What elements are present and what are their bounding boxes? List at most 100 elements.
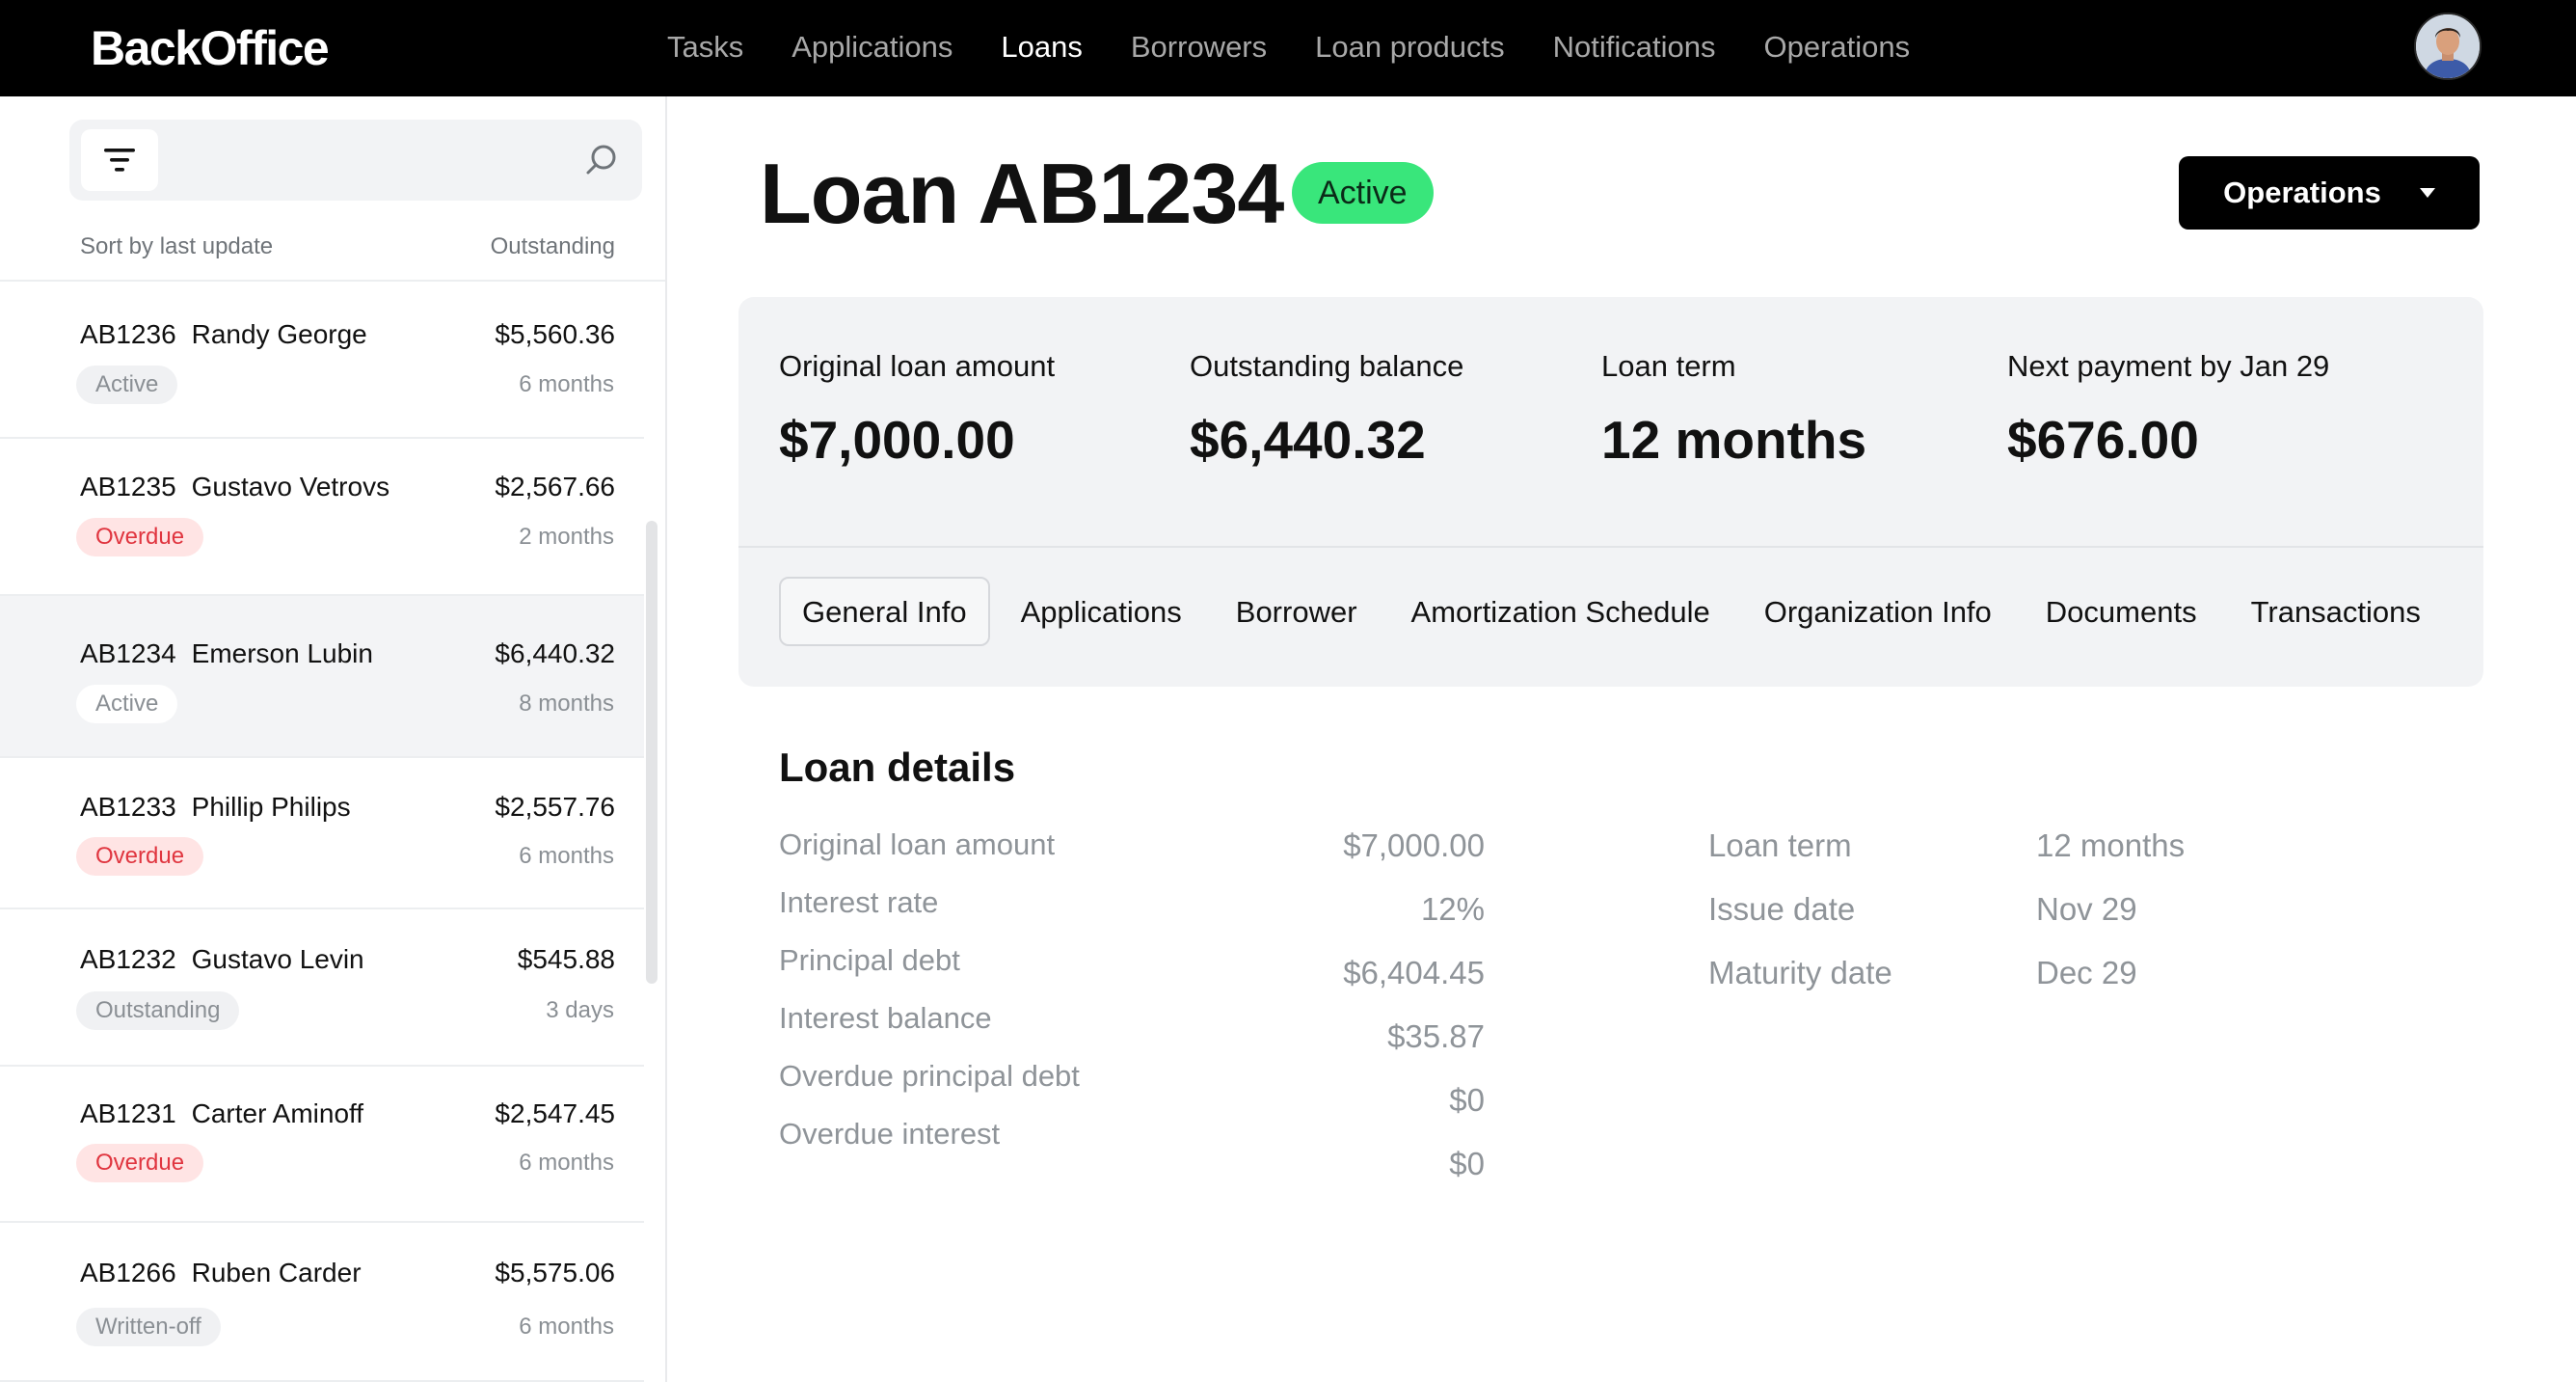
filter-button[interactable] [81,129,158,191]
nav-item-loan-products[interactable]: Loan products [1315,23,1504,71]
loan-id: AB1234 [80,638,176,668]
detail-label: Principal debt [779,943,960,977]
detail-label: Loan term [1708,827,1852,863]
nav-item-loans[interactable]: Loans [1001,23,1082,71]
loan-item-title: AB1231 Carter Aminoff [80,1095,363,1133]
loan-status-badge: Active [1292,162,1434,224]
sort-label[interactable]: Sort by last update [80,228,273,266]
loan-term: 6 months [519,843,614,869]
loan-amount: $545.88 [517,944,615,974]
loan-list-panel: Sort by last update Outstanding AB1236 Ra… [0,96,667,1382]
loan-list-item[interactable]: AB1232 Gustavo Levin $545.88 Outstanding … [0,909,644,1067]
detail-value: $0 [1449,1146,1485,1181]
loan-amount: $2,547.45 [495,1098,615,1128]
loan-term: 2 months [519,524,614,550]
status-badge: Active [76,366,178,404]
loan-summary-card: Original loan amount $7,000.00 Outstandi… [738,297,2483,687]
tab-organization-info[interactable]: Organization Info [1741,577,2015,646]
loan-term: 6 months [519,371,614,397]
loan-term: 6 months [519,1314,614,1340]
summary-label: Next payment by Jan 29 [2007,349,2330,383]
detail-value: $7,000.00 [1343,827,1485,863]
status-badge: Active [76,685,178,723]
borrower-name: Randy George [191,319,367,349]
summary-next-payment: Next payment by Jan 29 $676.00 [2007,347,2329,471]
loan-term: 3 days [546,997,614,1023]
search-bar[interactable] [69,120,642,201]
loan-list-item[interactable]: AB1236 Randy George $5,560.36 Active 6 mo… [0,282,644,439]
loan-list-item[interactable]: AB1235 Gustavo Vetrovs $2,567.66 Overdue … [0,439,644,596]
summary-outstanding-balance: Outstanding balance $6,440.32 [1190,347,1463,471]
loan-item-title: AB1234 Emerson Lubin [80,635,373,673]
status-badge: Overdue [76,837,204,876]
detail-label: Original loan amount [779,827,1056,861]
summary-loan-term: Loan term 12 months [1601,347,1866,471]
nav-item-applications[interactable]: Applications [792,23,953,71]
summary-value: $676.00 [2007,410,2199,470]
detail-value: 12 months [2036,827,2186,863]
detail-label: Issue date [1708,891,1856,927]
loan-amount: $2,567.66 [495,472,615,501]
borrower-name: Gustavo Levin [191,944,364,974]
tab-general-info[interactable]: General Info [779,577,990,646]
status-badge: Outstanding [76,991,240,1030]
list-header: Sort by last update Outstanding [80,228,615,266]
detail-label: Interest rate [779,885,939,919]
loan-list-item[interactable]: AB1233 Phillip Philips $2,557.76 Overdue … [0,758,644,909]
nav-item-borrowers[interactable]: Borrowers [1131,23,1267,71]
tab-documents[interactable]: Documents [2023,577,2220,646]
loan-id: AB1233 [80,792,176,822]
nav-item-notifications[interactable]: Notifications [1553,23,1716,71]
detail-value: Nov 29 [2036,891,2137,927]
loan-item-title: AB1236 Randy George [80,315,367,354]
summary-value: $6,440.32 [1190,410,1426,470]
loan-id: AB1232 [80,944,176,974]
detail-label: Overdue principal debt [779,1059,1080,1093]
loan-id: AB1236 [80,319,176,349]
filter-icon [104,149,135,172]
caret-down-icon [2419,188,2435,198]
loan-term: 6 months [519,1150,614,1176]
status-badge: Written-off [76,1308,221,1346]
status-badge: Overdue [76,1144,204,1182]
detail-value: Dec 29 [2036,955,2137,990]
detail-value: 12% [1420,891,1485,927]
loan-item-title: AB1266 Ruben Carder [80,1254,362,1292]
summary-original-amount: Original loan amount $7,000.00 [779,347,1055,471]
user-avatar[interactable] [2414,13,2482,80]
user-avatar-icon [2416,14,2480,78]
tab-amortization-schedule[interactable]: Amortization Schedule [1388,577,1733,646]
loan-amount: $6,440.32 [495,638,615,668]
loan-id: AB1266 [80,1258,176,1287]
tab-transactions[interactable]: Transactions [2228,577,2444,646]
loan-id: AB1235 [80,472,176,501]
list-scrollbar[interactable] [646,521,657,984]
summary-label: Outstanding balance [1190,349,1464,383]
nav-item-tasks[interactable]: Tasks [667,23,743,71]
tab-applications[interactable]: Applications [998,577,1205,646]
loan-list-item-selected[interactable]: AB1234 Emerson Lubin $6,440.32 Active 8 m… [0,596,644,758]
nav-item-operations[interactable]: Operations [1763,23,1910,71]
search-icon[interactable] [582,141,621,179]
borrower-name: Gustavo Vetrovs [191,472,390,501]
loan-list-item[interactable]: AB1231 Carter Aminoff $2,547.45 Overdue 6… [0,1067,644,1223]
loan-amount: $2,557.76 [495,792,615,822]
page-title: Loan AB1234 [760,146,1284,241]
summary-label: Original loan amount [779,349,1056,383]
borrower-name: Emerson Lubin [191,638,373,668]
loan-term: 8 months [519,691,614,717]
loan-item-title: AB1232 Gustavo Levin [80,940,364,979]
brand-logo[interactable]: BackOffice [91,19,330,77]
detail-value: $0 [1449,1082,1485,1118]
detail-label: Maturity date [1708,955,1892,990]
operations-dropdown-button[interactable]: Operations [2179,156,2480,230]
borrower-name: Carter Aminoff [191,1098,364,1128]
loan-amount: $5,560.36 [495,319,615,349]
loan-list-item[interactable]: AB1266 Ruben Carder $5,575.06 Written-off… [0,1223,644,1382]
tab-borrower[interactable]: Borrower [1213,577,1381,646]
main-nav: Tasks Applications Loans Borrowers Loan … [667,23,1958,71]
divider [738,546,2483,548]
top-navigation-bar: BackOffice Tasks Applications Loans Borr… [0,0,2576,96]
summary-label: Loan term [1601,349,1736,383]
loan-tabs: General Info Applications Borrower Amort… [779,577,2452,646]
